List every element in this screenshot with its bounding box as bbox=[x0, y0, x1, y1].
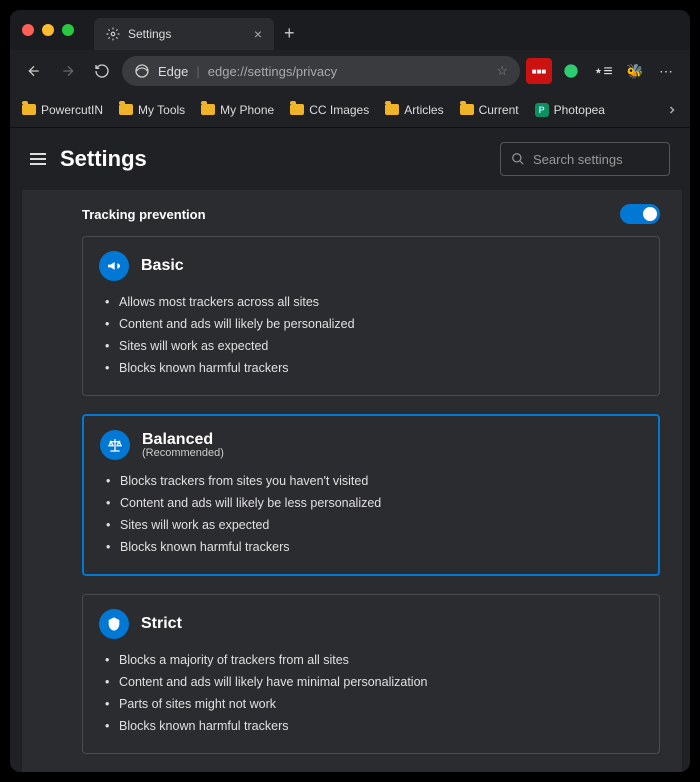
edge-icon bbox=[134, 63, 150, 79]
card-points: Blocks a majority of trackers from all s… bbox=[99, 649, 643, 737]
bookmarks-overflow-button[interactable] bbox=[666, 104, 678, 116]
card-header: Basic bbox=[99, 251, 643, 281]
bookmarks-bar: PowercutIN My Tools My Phone CC Images A… bbox=[10, 92, 690, 128]
window-minimize-button[interactable] bbox=[42, 24, 54, 36]
settings-content[interactable]: Tracking prevention Basic Allows most tr… bbox=[22, 190, 682, 772]
card-header: Balanced (Recommended) bbox=[100, 430, 642, 460]
folder-icon bbox=[290, 104, 304, 115]
bookmark-label: My Phone bbox=[220, 103, 274, 117]
search-icon bbox=[511, 152, 525, 166]
navigation-bar: Edge | edge://settings/privacy ☆ ■■■ ⋆≡ … bbox=[10, 50, 690, 92]
card-point: Blocks known harmful trackers bbox=[105, 715, 643, 737]
back-button[interactable] bbox=[20, 57, 48, 85]
settings-header: Settings Search settings bbox=[10, 128, 690, 190]
bookmark-label: CC Images bbox=[309, 103, 369, 117]
window-controls bbox=[22, 24, 74, 36]
bookmark-label: Photopea bbox=[554, 103, 605, 117]
card-subtitle: (Recommended) bbox=[142, 447, 224, 459]
folder-icon bbox=[385, 104, 399, 115]
tracking-level-strict[interactable]: Strict Blocks a majority of trackers fro… bbox=[82, 594, 660, 754]
search-settings-input[interactable]: Search settings bbox=[500, 142, 670, 176]
tracking-prevention-toggle[interactable] bbox=[620, 204, 660, 224]
bookmark-my-phone[interactable]: My Phone bbox=[201, 103, 274, 117]
address-url: edge://settings/privacy bbox=[208, 64, 489, 79]
new-tab-button[interactable]: + bbox=[284, 23, 295, 44]
title-bar: Settings × + bbox=[10, 10, 690, 50]
card-header: Strict bbox=[99, 609, 643, 639]
extension-icon-2[interactable] bbox=[558, 58, 584, 84]
tracking-level-balanced[interactable]: Balanced (Recommended) Blocks trackers f… bbox=[82, 414, 660, 576]
card-point: Blocks known harmful trackers bbox=[106, 536, 642, 558]
extension-icon-3[interactable]: 🐝 bbox=[622, 58, 648, 84]
shield-icon bbox=[99, 609, 129, 639]
extension-icon-1[interactable]: ■■■ bbox=[526, 58, 552, 84]
forward-button[interactable] bbox=[54, 57, 82, 85]
card-point: Parts of sites might not work bbox=[105, 693, 643, 715]
bookmark-label: Articles bbox=[404, 103, 443, 117]
bookmark-label: My Tools bbox=[138, 103, 185, 117]
card-point: Content and ads will likely be less pers… bbox=[106, 492, 642, 514]
tracking-level-basic[interactable]: Basic Allows most trackers across all si… bbox=[82, 236, 660, 396]
scales-icon bbox=[100, 430, 130, 460]
page-title: Settings bbox=[60, 146, 147, 172]
folder-icon bbox=[22, 104, 36, 115]
favorite-button[interactable]: ☆ bbox=[496, 63, 508, 79]
favorites-button[interactable]: ⋆≡ bbox=[590, 58, 616, 84]
card-point: Blocks known harmful trackers bbox=[105, 357, 643, 379]
bookmark-photopea[interactable]: P Photopea bbox=[535, 103, 605, 117]
card-point: Content and ads will likely be personali… bbox=[105, 313, 643, 335]
browser-tab[interactable]: Settings × bbox=[94, 18, 274, 50]
card-point: Blocks trackers from sites you haven't v… bbox=[106, 470, 642, 492]
card-point: Blocks a majority of trackers from all s… bbox=[105, 649, 643, 671]
window-maximize-button[interactable] bbox=[62, 24, 74, 36]
settings-menu-button[interactable] bbox=[30, 153, 46, 165]
address-separator: | bbox=[196, 64, 199, 79]
search-placeholder: Search settings bbox=[533, 152, 623, 167]
address-bar[interactable]: Edge | edge://settings/privacy ☆ bbox=[122, 56, 520, 86]
card-title: Basic bbox=[141, 257, 184, 275]
card-point: Sites will work as expected bbox=[105, 335, 643, 357]
card-title: Strict bbox=[141, 615, 182, 633]
refresh-button[interactable] bbox=[88, 57, 116, 85]
folder-icon bbox=[119, 104, 133, 115]
bookmark-articles[interactable]: Articles bbox=[385, 103, 443, 117]
address-brand: Edge bbox=[158, 64, 188, 79]
card-point: Allows most trackers across all sites bbox=[105, 291, 643, 313]
gear-icon bbox=[106, 27, 120, 41]
card-point: Content and ads will likely have minimal… bbox=[105, 671, 643, 693]
tracking-prevention-header: Tracking prevention bbox=[82, 204, 660, 224]
megaphone-icon bbox=[99, 251, 129, 281]
bookmark-powercutin[interactable]: PowercutIN bbox=[22, 103, 103, 117]
bookmark-cc-images[interactable]: CC Images bbox=[290, 103, 369, 117]
bookmark-current[interactable]: Current bbox=[460, 103, 519, 117]
more-menu-button[interactable]: ⋯ bbox=[654, 58, 680, 84]
card-point: Sites will work as expected bbox=[106, 514, 642, 536]
tab-title: Settings bbox=[128, 27, 171, 41]
bookmark-label: Current bbox=[479, 103, 519, 117]
bookmark-my-tools[interactable]: My Tools bbox=[119, 103, 185, 117]
browser-window: Settings × + Edge | edge://settings/priv… bbox=[10, 10, 690, 772]
folder-icon bbox=[201, 104, 215, 115]
folder-icon bbox=[460, 104, 474, 115]
tab-close-button[interactable]: × bbox=[254, 26, 262, 42]
card-points: Blocks trackers from sites you haven't v… bbox=[100, 470, 642, 558]
card-points: Allows most trackers across all sites Co… bbox=[99, 291, 643, 379]
window-close-button[interactable] bbox=[22, 24, 34, 36]
photopea-icon: P bbox=[535, 103, 549, 117]
section-title: Tracking prevention bbox=[82, 207, 206, 222]
bookmark-label: PowercutIN bbox=[41, 103, 103, 117]
